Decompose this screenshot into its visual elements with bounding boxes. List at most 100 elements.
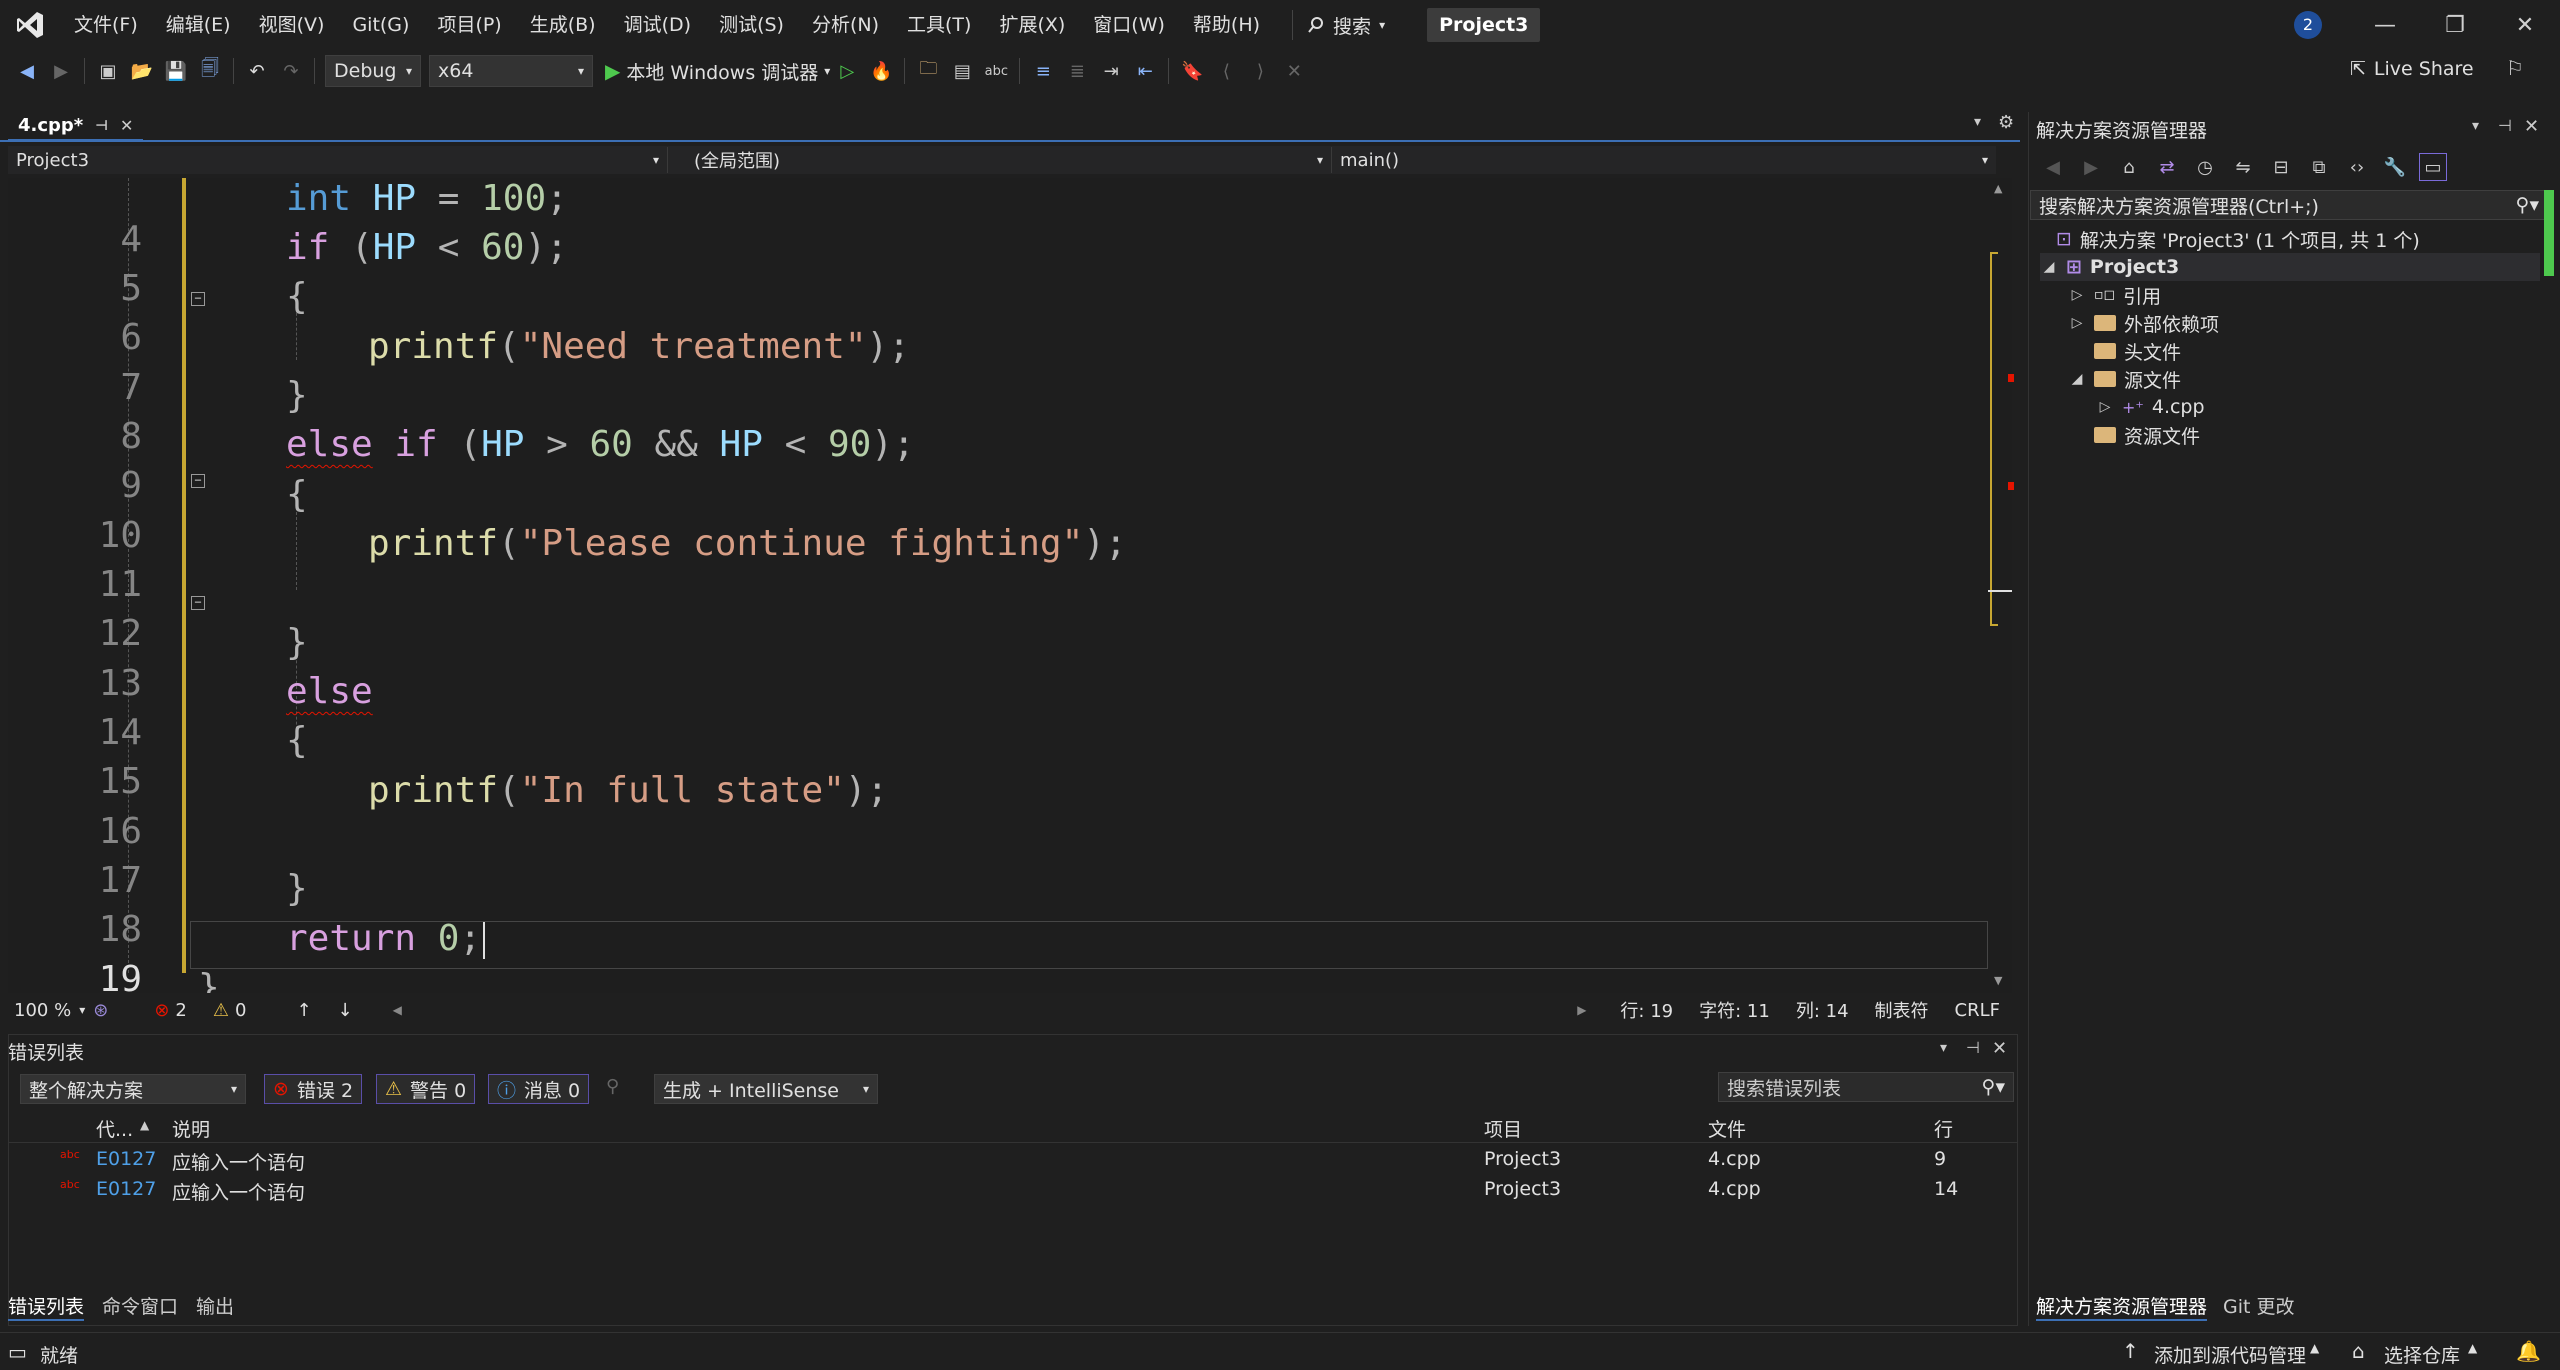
notification-badge[interactable]: 2	[2294, 11, 2322, 39]
new-project-icon[interactable]: ▣	[94, 57, 122, 85]
scroll-down-icon[interactable]: ▼	[1994, 974, 2002, 987]
expanded-icon[interactable]: ◢	[2068, 371, 2086, 387]
tab-git-changes[interactable]: Git 更改	[2223, 1292, 2295, 1321]
error-scope-select[interactable]: 整个解决方案 ▾	[20, 1074, 246, 1104]
outdent-icon[interactable]: ⇤	[1131, 57, 1159, 85]
tab-error-list[interactable]: 错误列表	[8, 1292, 85, 1321]
next-bookmark-icon[interactable]: ⟩	[1246, 57, 1274, 85]
close-icon[interactable]: ✕	[1992, 1038, 2007, 1059]
pin-icon[interactable]: ⊣	[1966, 1038, 1980, 1057]
platform-select[interactable]: x64 ▾	[429, 55, 593, 87]
configuration-select[interactable]: Debug ▾	[325, 55, 421, 87]
menu-extensions[interactable]: 扩展(X)	[985, 0, 1079, 50]
clear-bookmarks-icon[interactable]: ✕	[1280, 57, 1308, 85]
tab-4-cpp[interactable]: 4.cpp* ⊣ ✕	[8, 112, 144, 142]
minimize-button[interactable]: —	[2350, 0, 2420, 50]
chevron-up-icon[interactable]: ▲	[2468, 1341, 2477, 1355]
tab-overflow-icon[interactable]: ▾	[1974, 114, 1981, 130]
tree-item-references[interactable]: ▷ ▫◻ 引用	[2068, 281, 2162, 309]
tree-item-source-files[interactable]: ◢ 源文件	[2068, 365, 2181, 393]
line-ending[interactable]: CRLF	[1955, 1000, 2000, 1021]
menu-build[interactable]: 生成(B)	[516, 0, 610, 50]
pin-icon[interactable]: ⊣	[95, 118, 108, 134]
indent-icon[interactable]: ⇥	[1097, 57, 1125, 85]
back-icon[interactable]: ◀	[2039, 153, 2067, 181]
error-count[interactable]: 2	[175, 1000, 186, 1021]
zoom-level[interactable]: 100 %	[14, 1000, 71, 1021]
gear-icon[interactable]: ⚙	[1998, 112, 2014, 133]
chevron-down-icon[interactable]: ▾	[79, 1003, 85, 1017]
column-header-code[interactable]: 代...	[96, 1115, 133, 1142]
close-icon[interactable]: ✕	[120, 116, 133, 135]
errors-filter-button[interactable]: ⊗ 错误 2	[264, 1074, 363, 1104]
restore-button[interactable]: ❐	[2420, 0, 2490, 50]
tab-solution-explorer[interactable]: 解决方案资源管理器	[2036, 1292, 2208, 1321]
save-all-icon[interactable]: 🗐	[196, 57, 224, 85]
menu-view[interactable]: 视图(V)	[245, 0, 339, 50]
menu-analyze[interactable]: 分析(N)	[798, 0, 893, 50]
chevron-down-icon[interactable]: ▾	[1940, 1040, 1947, 1056]
solution-search-input[interactable]: 搜索解决方案资源管理器(Ctrl+;) ⚲▾	[2030, 190, 2548, 220]
forward-icon[interactable]: ▶	[2077, 153, 2105, 181]
hot-reload-icon[interactable]: 🔥	[867, 57, 895, 85]
collapse-all-icon[interactable]: ⊟	[2267, 153, 2295, 181]
add-to-source-control[interactable]: 添加到源代码管理	[2154, 1341, 2306, 1368]
cursor-col[interactable]: 列: 14	[1796, 997, 1849, 1023]
prev-bookmark-icon[interactable]: ⟨	[1212, 57, 1240, 85]
spell-check-icon[interactable]: abc	[982, 57, 1010, 85]
next-issue-icon[interactable]: ↓	[338, 1000, 353, 1021]
previous-issue-icon[interactable]: ↑	[296, 1000, 311, 1021]
column-header-file[interactable]: 文件	[1708, 1115, 1746, 1142]
start-debugging-button[interactable]: ▶ 本地 Windows 调试器 ▾	[605, 58, 830, 85]
menu-window[interactable]: 窗口(W)	[1079, 0, 1179, 50]
expanded-icon[interactable]: ◢	[2040, 259, 2058, 275]
home-icon[interactable]: ⌂	[2115, 153, 2143, 181]
messages-filter-button[interactable]: ⓘ 消息 0	[488, 1074, 590, 1104]
menu-help[interactable]: 帮助(H)	[1179, 0, 1274, 50]
column-header-description[interactable]: 说明	[172, 1115, 210, 1142]
comment-icon[interactable]: ≡	[1029, 57, 1057, 85]
cursor-line[interactable]: 行: 19	[1620, 997, 1673, 1023]
output-window-icon[interactable]: ▭	[8, 1340, 27, 1364]
sync-icon[interactable]: ⇋	[2229, 153, 2257, 181]
scroll-thumb[interactable]	[2544, 190, 2554, 276]
menu-tools[interactable]: 工具(T)	[893, 0, 985, 50]
error-search-input[interactable]: 搜索错误列表 ⚲▾	[1718, 1072, 2014, 1102]
nav-member-select[interactable]: main() ▾	[1332, 147, 1996, 173]
live-share-button[interactable]: ⇱ Live Share	[2350, 58, 2474, 80]
nav-scope-select[interactable]: (全局范围) ▾	[668, 147, 1332, 173]
scroll-right-icon[interactable]: ▶	[1577, 1003, 1586, 1017]
menu-debug[interactable]: 调试(D)	[610, 0, 705, 50]
properties-wrench-icon[interactable]: 🔧	[2381, 153, 2409, 181]
feedback-icon[interactable]: ⚐	[2506, 56, 2524, 80]
editor-scrollbar[interactable]: ▲ ▼	[1988, 178, 2014, 993]
filter-icon[interactable]: ⚲	[606, 1076, 619, 1097]
error-code[interactable]: E0127	[96, 1148, 156, 1170]
collapsed-icon[interactable]: ▷	[2068, 287, 2086, 303]
select-repository[interactable]: 选择仓库	[2384, 1341, 2460, 1368]
tree-item-file-4-cpp[interactable]: ▷ +⁺ 4.cpp	[2096, 393, 2205, 421]
menu-git[interactable]: Git(G)	[338, 0, 423, 50]
health-icon[interactable]: ⊛	[93, 1000, 108, 1021]
visual-studio-logo-icon[interactable]	[0, 0, 60, 50]
global-search[interactable]: 搜索 ▾	[1292, 10, 1399, 40]
undo-icon[interactable]: ↶	[243, 57, 271, 85]
collapsed-icon[interactable]: ▷	[2096, 399, 2114, 415]
redo-icon[interactable]: ↷	[277, 57, 305, 85]
close-button[interactable]: ✕	[2490, 0, 2560, 50]
scroll-thumb[interactable]	[1990, 252, 1998, 626]
bookmark-icon[interactable]: 🔖	[1178, 57, 1206, 85]
start-without-debugging-icon[interactable]: ▷	[833, 57, 861, 85]
back-icon[interactable]: ◀	[13, 57, 41, 85]
warning-count[interactable]: 0	[235, 1000, 246, 1021]
pin-icon[interactable]: ⊣	[2498, 116, 2512, 135]
notifications-bell-icon[interactable]: 🔔	[2516, 1339, 2541, 1363]
column-header-project[interactable]: 项目	[1484, 1115, 1522, 1142]
indent-mode[interactable]: 制表符	[1875, 997, 1929, 1023]
error-code[interactable]: E0127	[96, 1178, 156, 1200]
chevron-down-icon[interactable]: ▾	[2472, 118, 2479, 134]
menu-file[interactable]: 文件(F)	[60, 0, 152, 50]
error-row[interactable]: abc E0127 应输入一个语句 Project3 4.cpp 9	[8, 1144, 2018, 1174]
collapsed-icon[interactable]: ▷	[2068, 315, 2086, 331]
tree-item-header-files[interactable]: 头文件	[2094, 337, 2181, 365]
